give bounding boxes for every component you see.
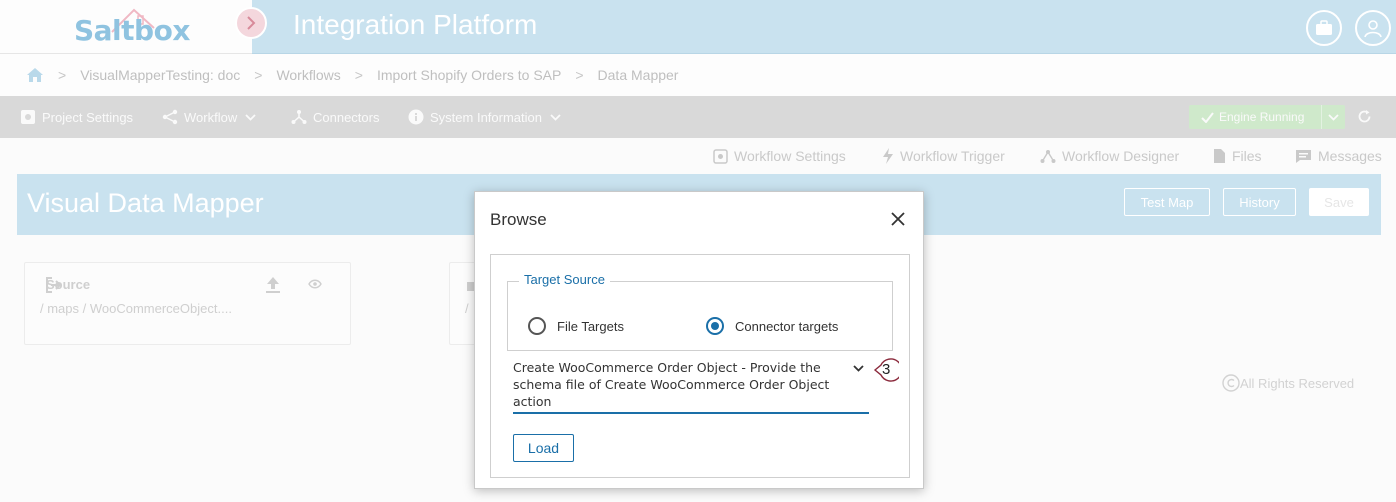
workflow-settings-link[interactable]: Workflow Settings xyxy=(713,146,846,166)
engine-status-label: Engine Running xyxy=(1219,110,1305,124)
engine-menu-toggle[interactable] xyxy=(1321,105,1345,129)
workflow-designer-label: Workflow Designer xyxy=(1062,148,1180,164)
load-button[interactable]: Load xyxy=(513,434,574,462)
target-source-legend: Target Source xyxy=(519,272,610,287)
browse-dialog: Browse Target Source File Targets Connec… xyxy=(474,191,924,489)
message-icon xyxy=(1296,149,1311,163)
chevron-down-icon xyxy=(550,113,561,121)
test-map-button[interactable]: Test Map xyxy=(1124,188,1210,216)
eye-icon[interactable] xyxy=(308,279,322,289)
top-bar: Saltbox Integration Platform xyxy=(0,0,1396,54)
copyright-icon xyxy=(1222,374,1240,392)
bolt-icon xyxy=(883,148,893,164)
logo[interactable]: Saltbox xyxy=(0,0,252,54)
file-targets-radio[interactable] xyxy=(528,317,546,335)
files-link[interactable]: Files xyxy=(1213,146,1262,166)
breadcrumb-item-workflow[interactable]: Import Shopify Orders to SAP xyxy=(377,67,561,83)
step-badge-number: 3 xyxy=(882,361,891,378)
refresh-icon[interactable] xyxy=(1357,109,1372,124)
connector-icon xyxy=(291,110,307,124)
source-path: / maps / WooCommerceObject.... xyxy=(40,301,232,316)
briefcase-button[interactable] xyxy=(1306,10,1342,46)
chevron-down-icon xyxy=(1328,113,1339,121)
app-title: Integration Platform xyxy=(293,9,538,40)
workflow-settings-label: Workflow Settings xyxy=(734,148,846,164)
breadcrumb-separator: > xyxy=(354,67,363,83)
history-button[interactable]: History xyxy=(1223,188,1296,216)
save-button[interactable]: Save xyxy=(1309,188,1369,216)
file-targets-label: File Targets xyxy=(557,318,624,334)
user-icon xyxy=(1364,20,1382,38)
breadcrumb-separator: > xyxy=(254,67,263,83)
briefcase-icon xyxy=(1316,20,1332,35)
nav-label: Project Settings xyxy=(42,109,134,125)
chevron-down-icon xyxy=(245,113,256,121)
breadcrumb-item-workflows[interactable]: Workflows xyxy=(276,67,340,83)
file-targets-option[interactable]: File Targets xyxy=(528,317,624,335)
messages-link[interactable]: Messages xyxy=(1295,146,1382,166)
nav-project-settings[interactable]: Project Settings xyxy=(20,96,133,138)
dialog-title: Browse xyxy=(490,210,547,229)
source-title-label: Source xyxy=(46,277,91,292)
copyright-text: All Rights Reserved xyxy=(1240,375,1355,391)
breadcrumb: > VisualMapperTesting: doc > Workflows >… xyxy=(0,54,1396,96)
designer-icon xyxy=(1040,149,1056,163)
logo-text: Saltbox xyxy=(74,14,190,47)
connector-target-select[interactable]: Create WooCommerce Order Object - Provid… xyxy=(513,359,869,414)
upload-icon[interactable] xyxy=(265,276,281,294)
page-title: Visual Data Mapper xyxy=(27,188,264,218)
breadcrumb-separator: > xyxy=(58,67,67,83)
connector-targets-label: Connector targets xyxy=(735,318,839,334)
connector-targets-option[interactable]: Connector targets xyxy=(706,317,838,335)
breadcrumb-separator: > xyxy=(575,67,584,83)
settings-icon xyxy=(713,148,728,164)
nav-label: Workflow xyxy=(184,109,238,125)
sidebar-toggle-button[interactable] xyxy=(235,7,267,39)
dialog-body: Target Source File Targets Connector tar… xyxy=(490,254,910,478)
source-panel: Source / maps / WooCommerceObject.... xyxy=(24,262,351,345)
share-icon xyxy=(162,109,178,125)
workflow-trigger-link[interactable]: Workflow Trigger xyxy=(882,146,1005,166)
workflow-trigger-label: Workflow Trigger xyxy=(900,148,1005,164)
close-icon[interactable] xyxy=(889,210,907,228)
info-icon xyxy=(408,109,424,125)
messages-label: Messages xyxy=(1318,148,1382,164)
workflow-designer-link[interactable]: Workflow Designer xyxy=(1040,146,1179,166)
nav-label: System Information xyxy=(430,109,542,125)
file-icon xyxy=(1214,149,1225,163)
target-source-group: Target Source File Targets Connector tar… xyxy=(507,272,893,351)
breadcrumb-item-project[interactable]: VisualMapperTesting: doc xyxy=(80,67,240,83)
main-nav: Project Settings Workflow Connectors Sys… xyxy=(0,96,1396,138)
check-icon xyxy=(1201,111,1214,123)
settings-icon xyxy=(21,110,35,124)
files-label: Files xyxy=(1232,148,1262,164)
user-profile-button[interactable] xyxy=(1355,10,1391,46)
step-badge: 3 xyxy=(869,357,899,383)
copyright: All Rights Reserved xyxy=(1222,374,1354,392)
engine-status-button[interactable]: Engine Running xyxy=(1189,105,1345,129)
target-path: / xyxy=(465,301,469,316)
home-icon[interactable] xyxy=(26,67,44,83)
engine-status[interactable]: Engine Running xyxy=(1189,105,1321,129)
nav-connectors[interactable]: Connectors xyxy=(291,96,379,138)
nav-label: Connectors xyxy=(313,109,380,125)
chevron-right-icon xyxy=(247,16,256,30)
breadcrumb-item-current: Data Mapper xyxy=(597,67,679,83)
connector-targets-radio[interactable] xyxy=(706,317,724,335)
selected-connector-target: Create WooCommerce Order Object - Provid… xyxy=(513,360,830,409)
nav-system-information[interactable]: System Information xyxy=(408,96,567,138)
nav-workflow[interactable]: Workflow xyxy=(162,96,262,138)
chevron-down-icon[interactable] xyxy=(853,365,864,372)
